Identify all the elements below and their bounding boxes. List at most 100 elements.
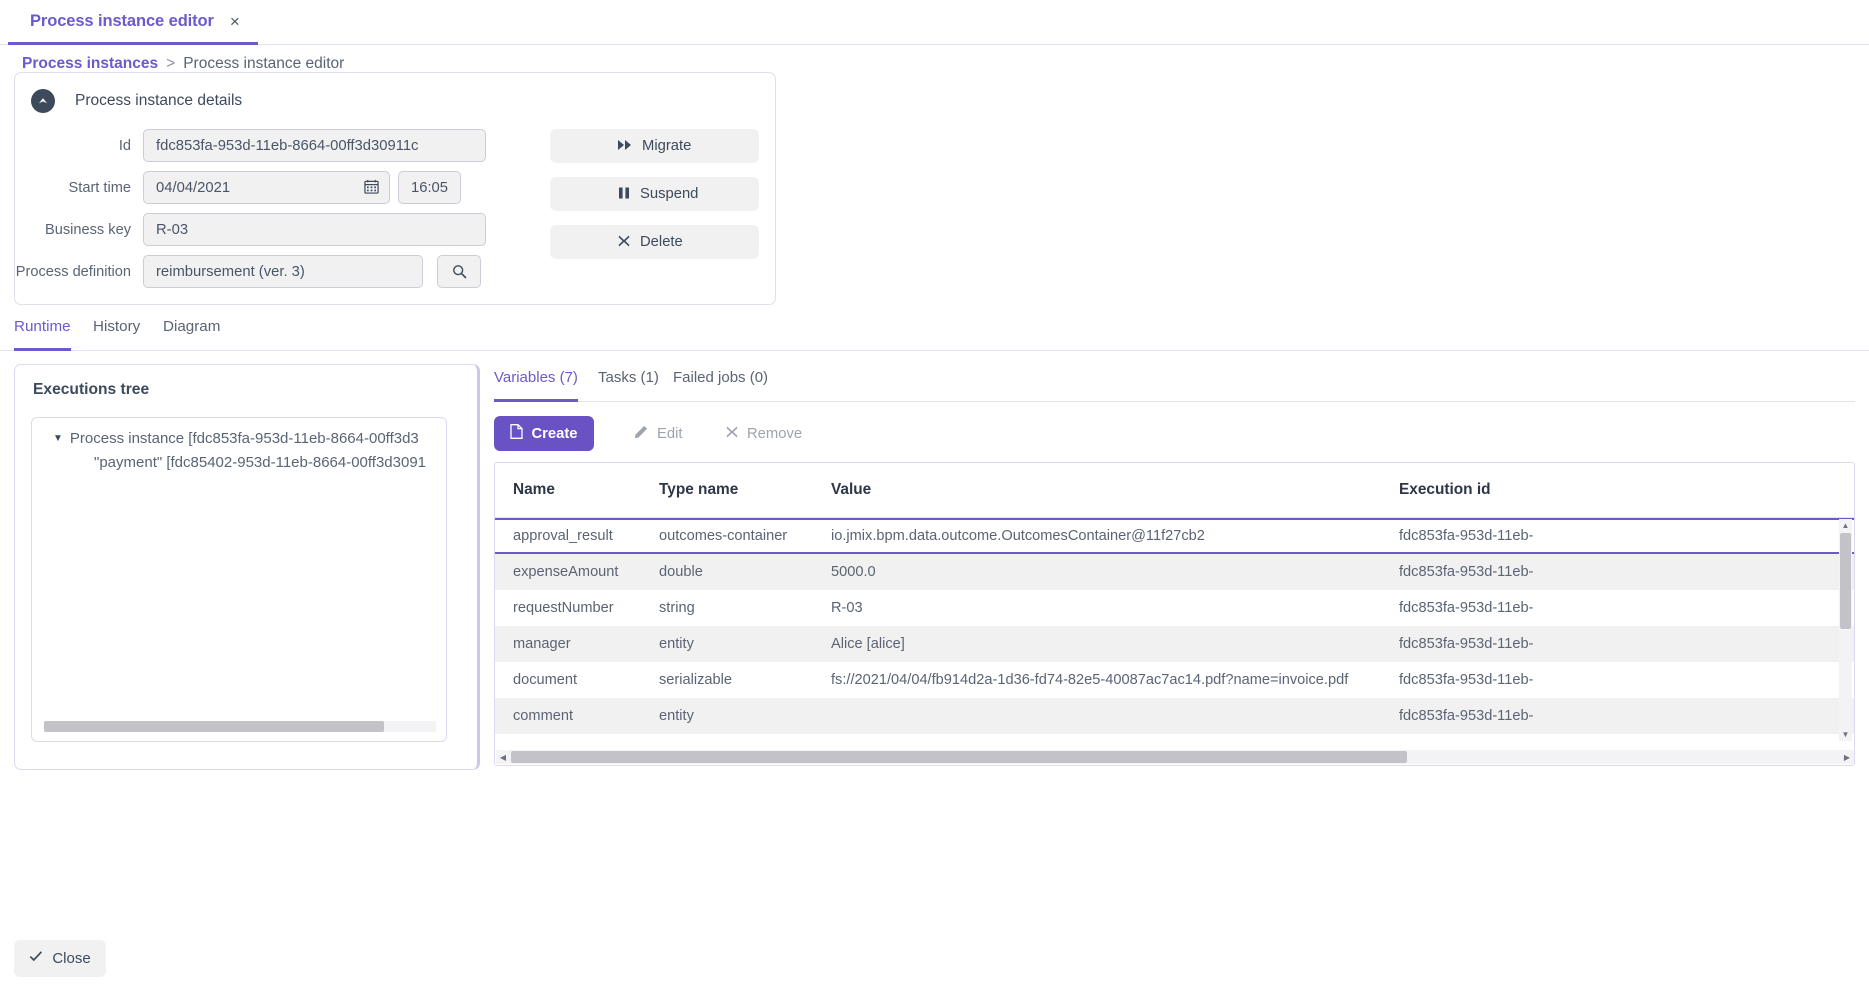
tab-runtime[interactable]: Runtime [14,318,71,351]
table-row[interactable]: comment entity fdc853fa-953d-11eb- [495,698,1854,734]
field-row-id: Id fdc853fa-953d-11eb-8664-00ff3d30911c [15,129,486,162]
caret-down-icon[interactable]: ▼ [53,433,63,444]
close-icon[interactable]: × [230,13,240,30]
delete-label: Delete [640,234,683,250]
column-header-value[interactable]: Value [813,481,1381,499]
start-time-input[interactable]: 16:05 [398,171,461,204]
start-date-value: 04/04/2021 [156,179,231,196]
tab-failed-jobs[interactable]: Failed jobs (0) [673,369,768,402]
close-label: Close [52,950,91,967]
column-header-name[interactable]: Name [495,481,641,499]
tab-variables[interactable]: Variables (7) [494,369,578,402]
remove-button[interactable]: Remove [720,416,808,451]
cell-execution-id: fdc853fa-953d-11eb- [1399,672,1534,688]
table-vertical-scrollbar[interactable]: ▲ ▼ [1839,519,1852,741]
executions-tree-title: Executions tree [33,381,150,398]
pencil-icon [634,425,648,443]
breadcrumb-current: Process instance editor [183,55,345,72]
table-row[interactable]: expenseAmount double 5000.0 fdc853fa-953… [495,554,1854,590]
table-horizontal-scrollbar[interactable]: ◀ ▶ [496,750,1854,764]
table-row[interactable]: manager entity Alice [alice] fdc853fa-95… [495,626,1854,662]
cell-type-name: double [659,564,703,580]
x-mark-icon [726,426,738,442]
process-instance-editor-screen: Process instance editor × Process instan… [0,0,1869,986]
close-button[interactable]: Close [14,940,106,977]
business-key-input[interactable]: R-03 [143,213,486,246]
tab-tasks[interactable]: Tasks (1) [598,369,659,402]
cell-name: document [513,672,578,688]
field-row-process-definition: Process definition reimbursement (ver. 3… [15,255,481,288]
field-row-business-key: Business key R-03 [15,213,486,246]
start-date-input[interactable]: 04/04/2021 [143,171,390,204]
section-tabs: Runtime History Diagram [0,318,1869,351]
scroll-up-icon[interactable]: ▲ [1839,519,1852,532]
table-row[interactable]: document serializable fs://2021/04/04/fb… [495,662,1854,698]
cell-type-name: serializable [659,672,733,688]
migrate-label: Migrate [642,138,692,154]
table-header-row: Name Type name Value Execution id [495,463,1854,518]
search-icon[interactable] [437,255,481,288]
suspend-label: Suspend [640,186,699,202]
create-button[interactable]: Create [494,416,594,451]
breadcrumb: Process instances > Process instance edi… [22,55,344,73]
cell-name: expenseAmount [513,564,619,580]
create-label: Create [531,425,578,442]
table-row[interactable]: approval_result outcomes-container io.jm… [495,518,1854,554]
delete-button[interactable]: Delete [550,225,759,259]
details-title: Process instance details [75,92,243,109]
variables-table: Name Type name Value Execution id approv… [494,462,1855,766]
table-row[interactable]: requestNumber string R-03 fdc853fa-953d-… [495,590,1854,626]
document-icon [510,424,524,443]
suspend-button[interactable]: Suspend [550,177,759,211]
horizontal-scroll-thumb[interactable] [511,751,1407,763]
tab-process-instance-editor[interactable]: Process instance editor × [8,0,258,45]
cell-execution-id: fdc853fa-953d-11eb- [1399,636,1534,652]
vertical-scroll-thumb[interactable] [1840,533,1851,629]
breadcrumb-separator: > [166,55,176,72]
scroll-left-icon[interactable]: ◀ [496,750,510,764]
cell-name: approval_result [513,528,613,544]
cell-value: Alice [alice] [831,636,905,652]
migrate-button[interactable]: Migrate [550,129,759,163]
scroll-down-icon[interactable]: ▼ [1839,728,1852,741]
remove-label: Remove [747,425,803,442]
breadcrumb-link-process-instances[interactable]: Process instances [22,55,158,73]
cell-value: 5000.0 [831,564,876,580]
cell-type-name: entity [659,636,694,652]
column-header-type-name[interactable]: Type name [641,481,813,499]
fast-forward-icon [618,139,632,153]
details-header: Process instance details [31,89,242,113]
tree-node-label: "payment" [fdc85402-953d-11eb-8664-00ff3… [94,454,427,471]
cell-type-name: entity [659,708,694,724]
cell-execution-id: fdc853fa-953d-11eb- [1399,600,1534,616]
x-mark-icon [618,235,630,249]
pause-icon [618,187,630,201]
column-header-execution-id[interactable]: Execution id [1381,481,1556,499]
cell-value: fs://2021/04/04/fb914d2a-1d36-fd74-82e5-… [831,672,1349,688]
calendar-icon[interactable] [364,179,379,197]
cell-type-name: string [659,600,695,616]
business-key-label: Business key [45,221,131,238]
tree-horizontal-scrollbar[interactable] [44,721,436,732]
process-definition-input[interactable]: reimbursement (ver. 3) [143,255,423,288]
cell-value: io.jmix.bpm.data.outcome.OutcomesContain… [831,528,1205,544]
executions-tree-panel: Executions tree ▼ Process instance [fdc8… [14,364,480,770]
tree-node-process-instance[interactable]: ▼ Process instance [fdc853fa-953d-11eb-8… [32,418,446,447]
id-input[interactable]: fdc853fa-953d-11eb-8664-00ff3d30911c [143,129,486,162]
cell-execution-id: fdc853fa-953d-11eb- [1399,564,1534,580]
tree-node-payment[interactable]: "payment" [fdc85402-953d-11eb-8664-00ff3… [32,447,446,471]
tab-diagram[interactable]: Diagram [163,318,220,351]
tab-label: Process instance editor [30,11,214,30]
start-time-label: Start time [68,179,131,196]
cell-value: R-03 [831,600,863,616]
cell-name: requestNumber [513,600,614,616]
scroll-right-icon[interactable]: ▶ [1840,750,1854,764]
cell-type-name: outcomes-container [659,528,788,544]
edit-button[interactable]: Edit [628,416,689,451]
executions-tree[interactable]: ▼ Process instance [fdc853fa-953d-11eb-8… [31,417,447,742]
collapse-chevron-up-icon[interactable] [31,89,55,113]
cell-execution-id: fdc853fa-953d-11eb- [1399,528,1534,544]
tab-history[interactable]: History [93,318,140,351]
edit-label: Edit [657,425,683,442]
cell-name: manager [513,636,571,652]
